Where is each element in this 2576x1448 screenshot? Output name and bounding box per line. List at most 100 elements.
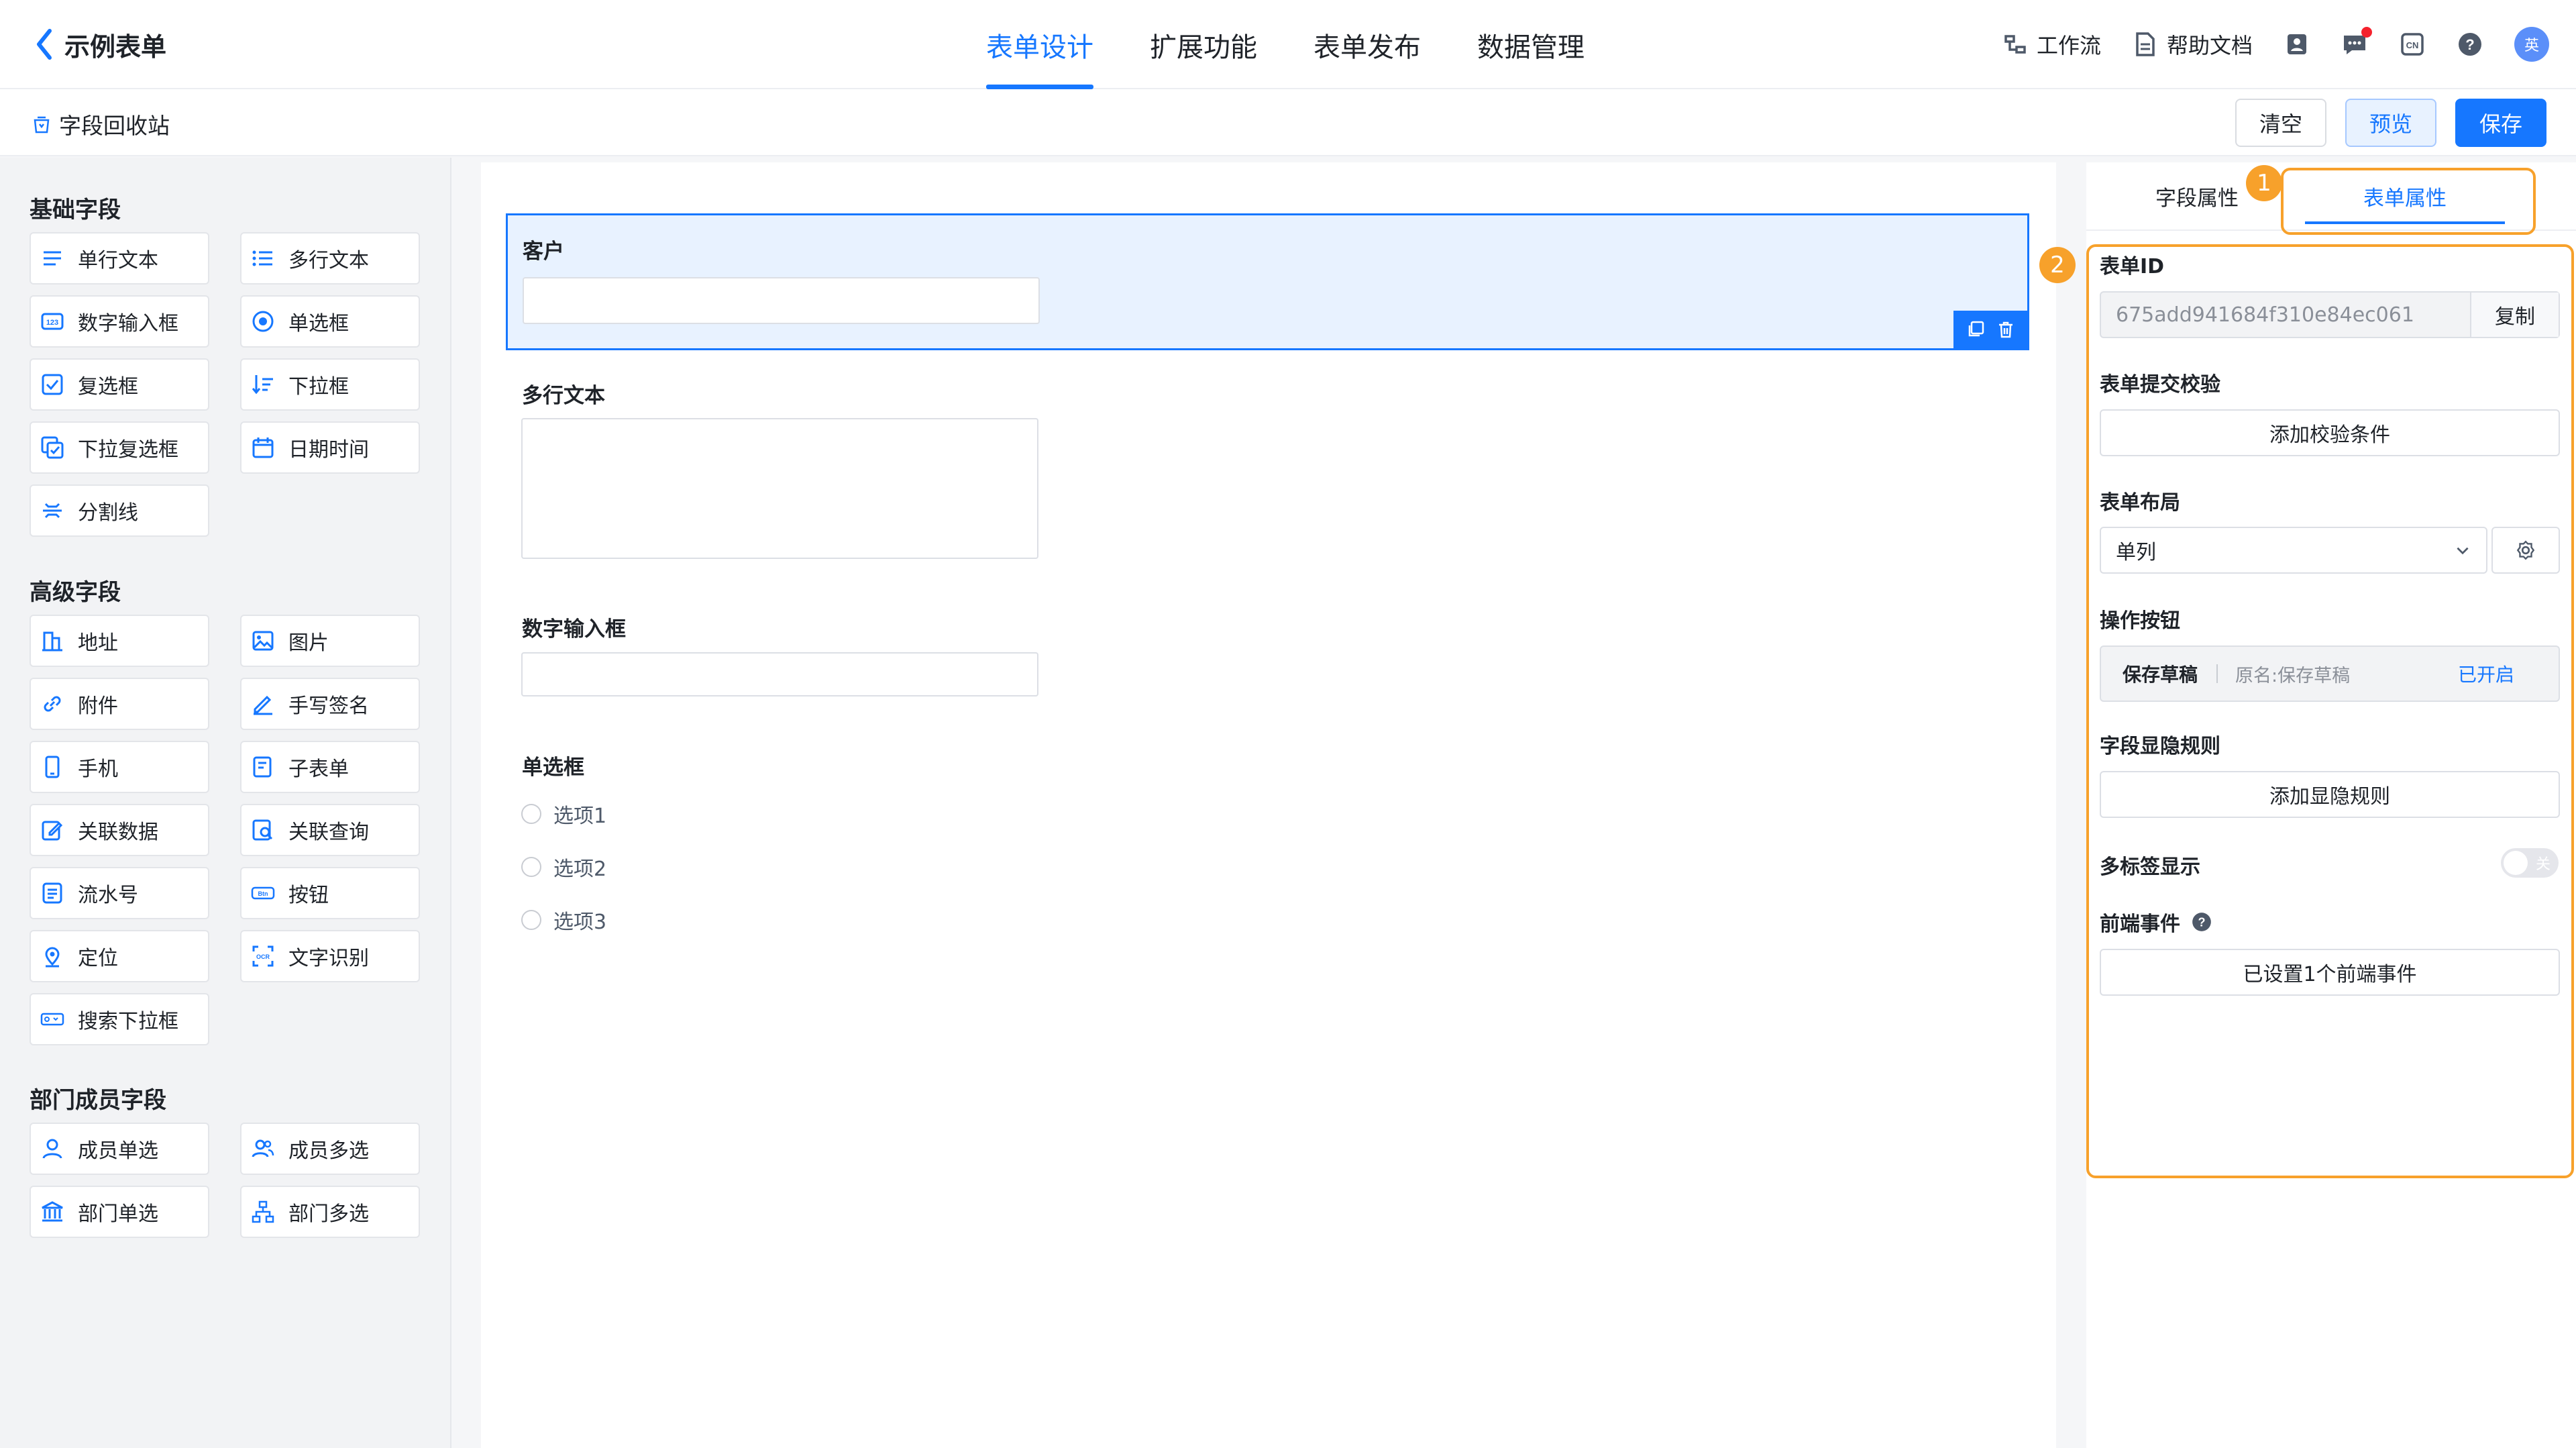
user-avatar-button[interactable]: 英 <box>2514 27 2549 62</box>
field-department-single[interactable]: 部门单选 <box>30 1186 209 1238</box>
help-icon: ? <box>2459 33 2481 56</box>
preview-button[interactable]: 预览 <box>2345 99 2436 147</box>
submit-check-label: 表单提交校验 <box>2100 373 2220 397</box>
workflow-button[interactable]: 工作流 <box>2002 29 2101 60</box>
help-button[interactable]: ? <box>2457 31 2483 58</box>
main-nav: 表单设计 扩展功能 表单发布 数据管理 <box>986 0 1641 89</box>
tab-form-design[interactable]: 表单设计 <box>986 0 1093 89</box>
field-dropdown-multi[interactable]: 下拉复选框 <box>30 421 209 474</box>
add-visibility-rule-button[interactable]: 添加显隐规则 <box>2100 771 2560 818</box>
field-checkbox[interactable]: 复选框 <box>30 358 209 411</box>
highlight-box-1 <box>2281 168 2536 235</box>
language-button[interactable]: CN <box>2399 31 2426 58</box>
field-linked-data[interactable]: 关联数据 <box>30 804 209 856</box>
field-member-single[interactable]: 成员单选 <box>30 1123 209 1175</box>
messages-button[interactable] <box>2341 27 2372 58</box>
field-ocr[interactable]: OCR 文字识别 <box>240 930 420 982</box>
tab-extensions[interactable]: 扩展功能 <box>1150 0 1257 89</box>
multi-tab-toggle[interactable]: 关 <box>2501 848 2559 878</box>
layout-label: 表单布局 <box>2100 491 2180 515</box>
op-buttons-label: 操作按钮 <box>2100 609 2180 633</box>
divider-icon <box>43 503 62 519</box>
radio-option-2[interactable]: 选项2 <box>521 852 606 882</box>
header-tools: 工作流 帮助文档 CN ? 英 <box>1971 24 2549 64</box>
layout-settings-button[interactable] <box>2491 527 2560 574</box>
back-button[interactable]: 示例表单 <box>34 27 166 62</box>
field-single-line-text[interactable]: 单行文本 <box>30 232 209 285</box>
field-department-multi[interactable]: 部门多选 <box>240 1186 420 1238</box>
form-id-field: 675add941684f310e84ec061 复制 <box>2100 291 2560 338</box>
contacts-button[interactable] <box>2284 31 2310 58</box>
field-number-input[interactable]: 123 数字输入框 <box>30 295 209 348</box>
field-address[interactable]: 地址 <box>30 615 209 667</box>
multi-tab-label: 多标签显示 <box>2100 856 2200 879</box>
field-serial-number[interactable]: 流水号 <box>30 867 209 919</box>
svg-text:OCR: OCR <box>256 953 270 960</box>
chevron-down-icon <box>2457 547 2469 555</box>
properties-panel: 字段属性 表单属性 1 2 表单ID 675add941684f310e84ec… <box>2039 162 2576 1448</box>
radio-option-3[interactable]: 选项3 <box>521 905 606 935</box>
notification-dot <box>2361 27 2372 38</box>
list-icon <box>252 250 272 266</box>
help-docs-button[interactable]: 帮助文档 <box>2132 29 2253 60</box>
step-badge-1: 1 <box>2246 165 2282 201</box>
field-location[interactable]: 定位 <box>30 930 209 982</box>
subform-icon <box>253 756 272 778</box>
field-radio[interactable]: 单选框 <box>240 295 420 348</box>
svg-text:Btn: Btn <box>258 890 268 897</box>
tab-data-management[interactable]: 数据管理 <box>1477 0 1585 89</box>
op-divider <box>2216 664 2218 683</box>
field-dropdown[interactable]: 下拉框 <box>240 358 420 411</box>
field-label-radio: 单选框 <box>522 756 584 780</box>
number-input[interactable] <box>521 652 1038 696</box>
multiline-textarea[interactable] <box>521 418 1038 559</box>
form-title: 示例表单 <box>64 32 167 62</box>
field-mobile[interactable]: 手机 <box>30 741 209 793</box>
field-divider[interactable]: 分割线 <box>30 484 209 537</box>
button-icon: Btn <box>251 886 275 900</box>
selected-field-customer[interactable]: 客户 <box>506 213 2029 350</box>
trash-icon[interactable] <box>1996 319 2016 340</box>
field-datetime[interactable]: 日期时间 <box>240 421 420 474</box>
chevron-left-icon <box>37 29 52 60</box>
field-attachment[interactable]: 附件 <box>30 678 209 730</box>
contact-card-icon <box>2288 34 2306 54</box>
frontend-events-button[interactable]: 已设置1个前端事件 <box>2100 949 2560 996</box>
field-linked-query[interactable]: 关联查询 <box>240 804 420 856</box>
copy-id-button[interactable]: 复制 <box>2470 293 2559 337</box>
svg-text:?: ? <box>2465 36 2474 53</box>
location-icon <box>45 947 60 968</box>
lines-icon <box>44 251 61 266</box>
field-member-multi[interactable]: 成员多选 <box>240 1123 420 1175</box>
op-button-row: 保存草稿 原名:保存草稿 已开启 <box>2100 645 2560 702</box>
calendar-icon <box>252 437 274 458</box>
customer-input[interactable] <box>523 277 1040 324</box>
checkbox-icon <box>42 374 63 395</box>
field-button[interactable]: Btn 按钮 <box>240 867 420 919</box>
field-signature[interactable]: 手写签名 <box>240 678 420 730</box>
help-icon[interactable]: ? <box>2191 911 2212 933</box>
save-button[interactable]: 保存 <box>2455 99 2546 147</box>
recycle-bin-button[interactable]: 字段回收站 <box>31 108 170 140</box>
visibility-rules-label: 字段显隐规则 <box>2100 735 2220 758</box>
users-icon <box>252 1139 274 1157</box>
op-button-status[interactable]: 已开启 <box>2458 660 2514 687</box>
copy-icon[interactable] <box>1966 319 1986 340</box>
add-check-button[interactable]: 添加校验条件 <box>2100 409 2560 456</box>
tab-publish[interactable]: 表单发布 <box>1313 0 1421 89</box>
recycle-icon <box>34 116 50 134</box>
form-canvas: 客户 多行文本 数字输入框 单选框 选项1 选项2 选项3 <box>481 162 2056 1448</box>
field-label-multiline: 多行文本 <box>522 384 605 408</box>
org-chart-icon <box>252 1200 274 1223</box>
layout-select[interactable]: 单列 <box>2100 527 2487 574</box>
clear-button[interactable]: 清空 <box>2235 99 2326 147</box>
radio-option-1[interactable]: 选项1 <box>521 799 606 829</box>
field-search-dropdown[interactable]: 搜索下拉框 <box>30 993 209 1045</box>
field-palette: 基础字段 单行文本 多行文本 123 数字输入框 单选框 复选框 下拉框 下拉复… <box>0 158 451 1448</box>
edit-link-icon <box>42 821 63 841</box>
form-id-label: 表单ID <box>2100 255 2165 278</box>
field-image[interactable]: 图片 <box>240 615 420 667</box>
search-doc-icon <box>252 819 273 841</box>
field-subform[interactable]: 子表单 <box>240 741 420 793</box>
field-multi-line-text[interactable]: 多行文本 <box>240 232 420 285</box>
